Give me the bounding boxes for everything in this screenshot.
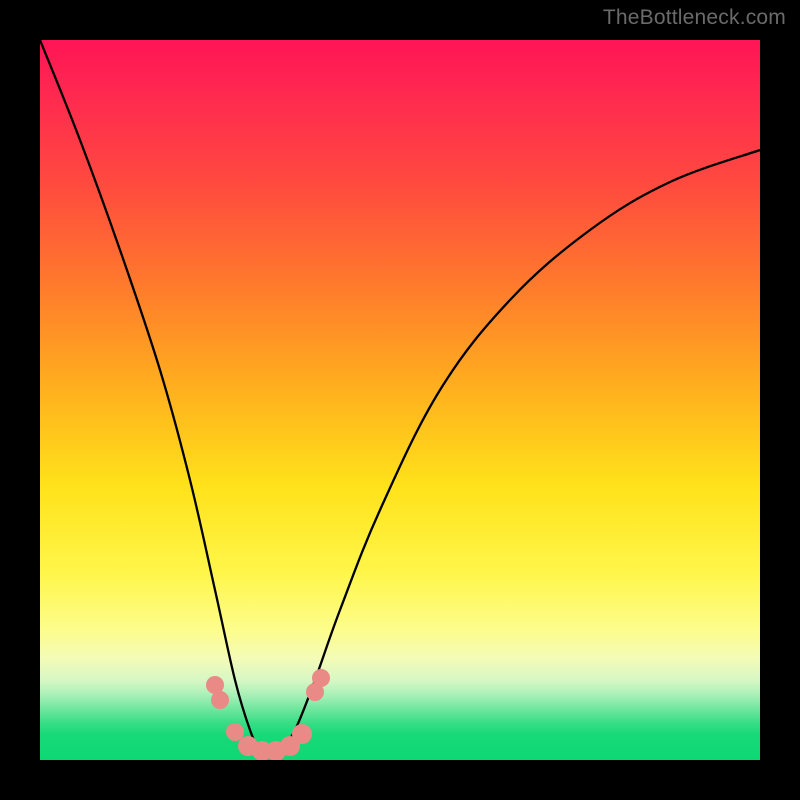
outer-frame: TheBottleneck.com <box>0 0 800 800</box>
curve-marker <box>226 723 244 741</box>
bottleneck-curve <box>40 40 760 754</box>
watermark-text: TheBottleneck.com <box>603 6 786 30</box>
curve-marker <box>292 724 312 744</box>
plot-area <box>40 40 760 760</box>
curve-svg <box>40 40 760 760</box>
curve-marker <box>211 691 229 709</box>
curve-markers <box>206 669 330 760</box>
curve-marker <box>312 669 330 687</box>
